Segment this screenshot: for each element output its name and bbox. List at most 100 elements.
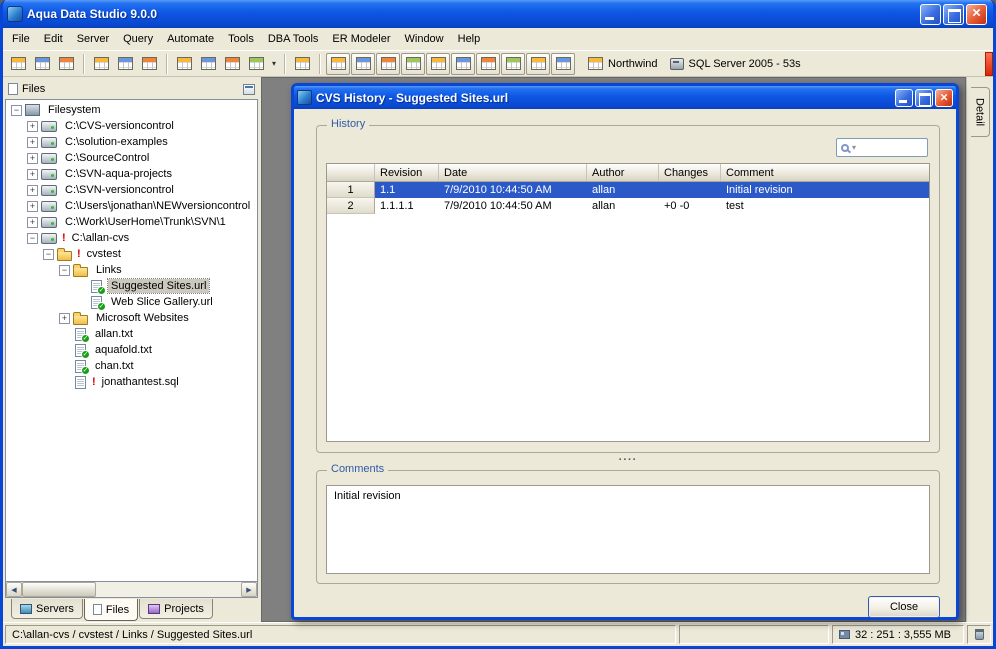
tree-collapse-icon[interactable]: − bbox=[59, 264, 70, 276]
tree-horizontal-scrollbar[interactable]: ◀ ▶ bbox=[5, 582, 258, 598]
titlebar[interactable]: Aqua Data Studio 9.0.0 bbox=[3, 0, 993, 28]
tree-item-c-allan-cvs[interactable]: −! C:\allan-cvs bbox=[6, 230, 257, 246]
register-server-button[interactable] bbox=[7, 53, 30, 75]
comments-text[interactable]: Initial revision bbox=[326, 485, 930, 574]
scroll-left-icon[interactable]: ◀ bbox=[6, 582, 22, 597]
tree-expand-icon[interactable]: + bbox=[59, 312, 70, 324]
tree-collapse-icon[interactable]: − bbox=[43, 248, 54, 260]
tree-item-cvstest[interactable]: −! cvstest bbox=[6, 246, 257, 262]
grid-view-1-button[interactable] bbox=[326, 52, 351, 75]
history-row-1[interactable]: 1 1.1 7/9/2010 10:44:50 AM allan Initial rev… bbox=[327, 182, 929, 198]
tree-item-filesystem[interactable]: − Filesystem bbox=[6, 102, 257, 118]
database-selector[interactable]: Northwind bbox=[588, 57, 658, 70]
scroll-right-icon[interactable]: ▶ bbox=[241, 582, 257, 597]
cell-comment: Initial revision bbox=[721, 182, 929, 198]
tree-expand-icon[interactable]: + bbox=[27, 216, 38, 228]
grid-view-3-button[interactable] bbox=[376, 52, 401, 75]
minimize-icon[interactable] bbox=[920, 3, 941, 25]
file-icon: ✓ bbox=[91, 295, 106, 311]
tab-servers[interactable]: Servers bbox=[11, 599, 83, 619]
ok-badge-icon: ✓ bbox=[97, 285, 106, 295]
tab-files[interactable]: Files bbox=[83, 599, 139, 621]
grid-view-6-button[interactable] bbox=[451, 52, 476, 75]
tree-item-suggested-sites-url[interactable]: ✓ Suggested Sites.url bbox=[6, 278, 257, 295]
tree-expand-icon[interactable]: + bbox=[27, 184, 38, 196]
dialog-minimize-icon[interactable] bbox=[895, 88, 913, 107]
menu-edit[interactable]: Edit bbox=[37, 28, 70, 50]
grid-view-8-button[interactable] bbox=[501, 52, 526, 75]
tree-expand-icon[interactable]: + bbox=[27, 152, 38, 164]
maximize-icon[interactable] bbox=[943, 3, 964, 25]
results-grid-button[interactable] bbox=[291, 53, 314, 75]
grid-view-7-button[interactable] bbox=[476, 52, 501, 75]
server-registration-button[interactable] bbox=[31, 53, 54, 75]
window-list-button[interactable] bbox=[55, 53, 78, 75]
tab-detail[interactable]: Detail bbox=[970, 87, 990, 138]
menu-server[interactable]: Server bbox=[70, 28, 116, 50]
menu-help[interactable]: Help bbox=[451, 28, 488, 50]
tree-item-c-solution-examples[interactable]: + C:\solution-examples bbox=[6, 134, 257, 150]
gc-button[interactable] bbox=[967, 625, 991, 644]
close-dialog-button[interactable]: Close bbox=[868, 596, 940, 618]
scrollbar-thumb[interactable] bbox=[22, 582, 96, 597]
schema-browser-button[interactable] bbox=[114, 53, 137, 75]
grid-view-10-button[interactable] bbox=[551, 52, 576, 75]
query-analyzer-button[interactable] bbox=[173, 53, 196, 75]
procedure-editor-button[interactable] bbox=[245, 53, 268, 75]
tree-collapse-icon[interactable]: − bbox=[27, 232, 38, 244]
menu-automate[interactable]: Automate bbox=[160, 28, 221, 50]
tree-item-c-cvs-versioncontrol[interactable]: + C:\CVS-versioncontrol bbox=[6, 118, 257, 134]
history-row-2[interactable]: 2 1.1.1.1 7/9/2010 10:44:50 AM allan +0 -0 te… bbox=[327, 198, 929, 214]
search-options-arrow-icon[interactable]: ▾ bbox=[852, 143, 856, 152]
tree-item-allan-txt[interactable]: ✓ allan.txt bbox=[6, 326, 257, 343]
history-table: Revision Date Author Changes Comment 1 1.1 7/9… bbox=[326, 163, 930, 442]
tree-expand-icon[interactable]: + bbox=[27, 200, 38, 212]
comments-group-label: Comments bbox=[327, 463, 389, 475]
column-header-comment[interactable]: Comment bbox=[721, 164, 929, 181]
tree-item-links[interactable]: − Links bbox=[6, 262, 257, 278]
dialog-maximize-icon[interactable] bbox=[915, 88, 933, 107]
search-input[interactable]: ▾ bbox=[836, 138, 928, 157]
grid-view-4-button[interactable] bbox=[401, 52, 426, 75]
tree-item-c-work-userhome-trunk-svn-1[interactable]: + C:\Work\UserHome\Trunk\SVN\1 bbox=[6, 214, 257, 230]
tree-item-aquafold-txt[interactable]: ✓ aquafold.txt bbox=[6, 342, 257, 359]
tree-expand-icon[interactable]: + bbox=[27, 120, 38, 132]
tree-collapse-icon[interactable]: − bbox=[11, 104, 22, 116]
scrollbar-track[interactable] bbox=[96, 582, 241, 597]
query-builder-button[interactable] bbox=[197, 53, 220, 75]
menu-dba-tools[interactable]: DBA Tools bbox=[261, 28, 326, 50]
table-editor-button[interactable] bbox=[221, 53, 244, 75]
column-header-revision[interactable]: Revision bbox=[375, 164, 439, 181]
tree-item-jonathantest-sql[interactable]: ! jonathantest.sql bbox=[6, 374, 257, 390]
toolbar-dropdown-icon[interactable]: ▾ bbox=[269, 59, 279, 68]
tree-item-c-users-jonathan-newversioncontrol[interactable]: + C:\Users\jonathan\NEWversioncontrol bbox=[6, 198, 257, 214]
tree-expand-icon[interactable]: + bbox=[27, 168, 38, 180]
tab-projects[interactable]: Projects bbox=[139, 599, 213, 619]
column-header-changes[interactable]: Changes bbox=[659, 164, 721, 181]
file-icon: ✓ bbox=[75, 359, 90, 375]
grid-view-9-button[interactable] bbox=[526, 52, 551, 75]
menu-file[interactable]: File bbox=[5, 28, 37, 50]
tree-item-c-svn-versioncontrol[interactable]: + C:\SVN-versioncontrol bbox=[6, 182, 257, 198]
menu-window[interactable]: Window bbox=[398, 28, 451, 50]
tree-expand-icon[interactable]: + bbox=[27, 136, 38, 148]
dialog-titlebar[interactable]: CVS History - Suggested Sites.url bbox=[294, 86, 956, 109]
tree-item-c-svn-aqua-projects[interactable]: + C:\SVN-aqua-projects bbox=[6, 166, 257, 182]
tree-item-microsoft-websites[interactable]: + Microsoft Websites bbox=[6, 310, 257, 326]
column-header-author[interactable]: Author bbox=[587, 164, 659, 181]
dialog-close-icon[interactable] bbox=[935, 88, 953, 107]
security-manager-button[interactable] bbox=[138, 53, 161, 75]
menu-er-modeler[interactable]: ER Modeler bbox=[325, 28, 397, 50]
tree-item-chan-txt[interactable]: ✓ chan.txt bbox=[6, 358, 257, 375]
tree-item-c-sourcecontrol[interactable]: + C:\SourceControl bbox=[6, 150, 257, 166]
tree-item-web-slice-gallery-url[interactable]: ✓ Web Slice Gallery.url bbox=[6, 294, 257, 311]
menu-tools[interactable]: Tools bbox=[221, 28, 261, 50]
grid-view-2-button[interactable] bbox=[351, 52, 376, 75]
grid-view-5-button[interactable] bbox=[426, 52, 451, 75]
folder-key-button[interactable] bbox=[90, 53, 113, 75]
float-panel-icon[interactable] bbox=[243, 83, 255, 95]
column-header-date[interactable]: Date bbox=[439, 164, 587, 181]
splitter-handle[interactable] bbox=[316, 453, 940, 466]
menu-query[interactable]: Query bbox=[116, 28, 160, 50]
close-icon[interactable] bbox=[966, 3, 987, 25]
